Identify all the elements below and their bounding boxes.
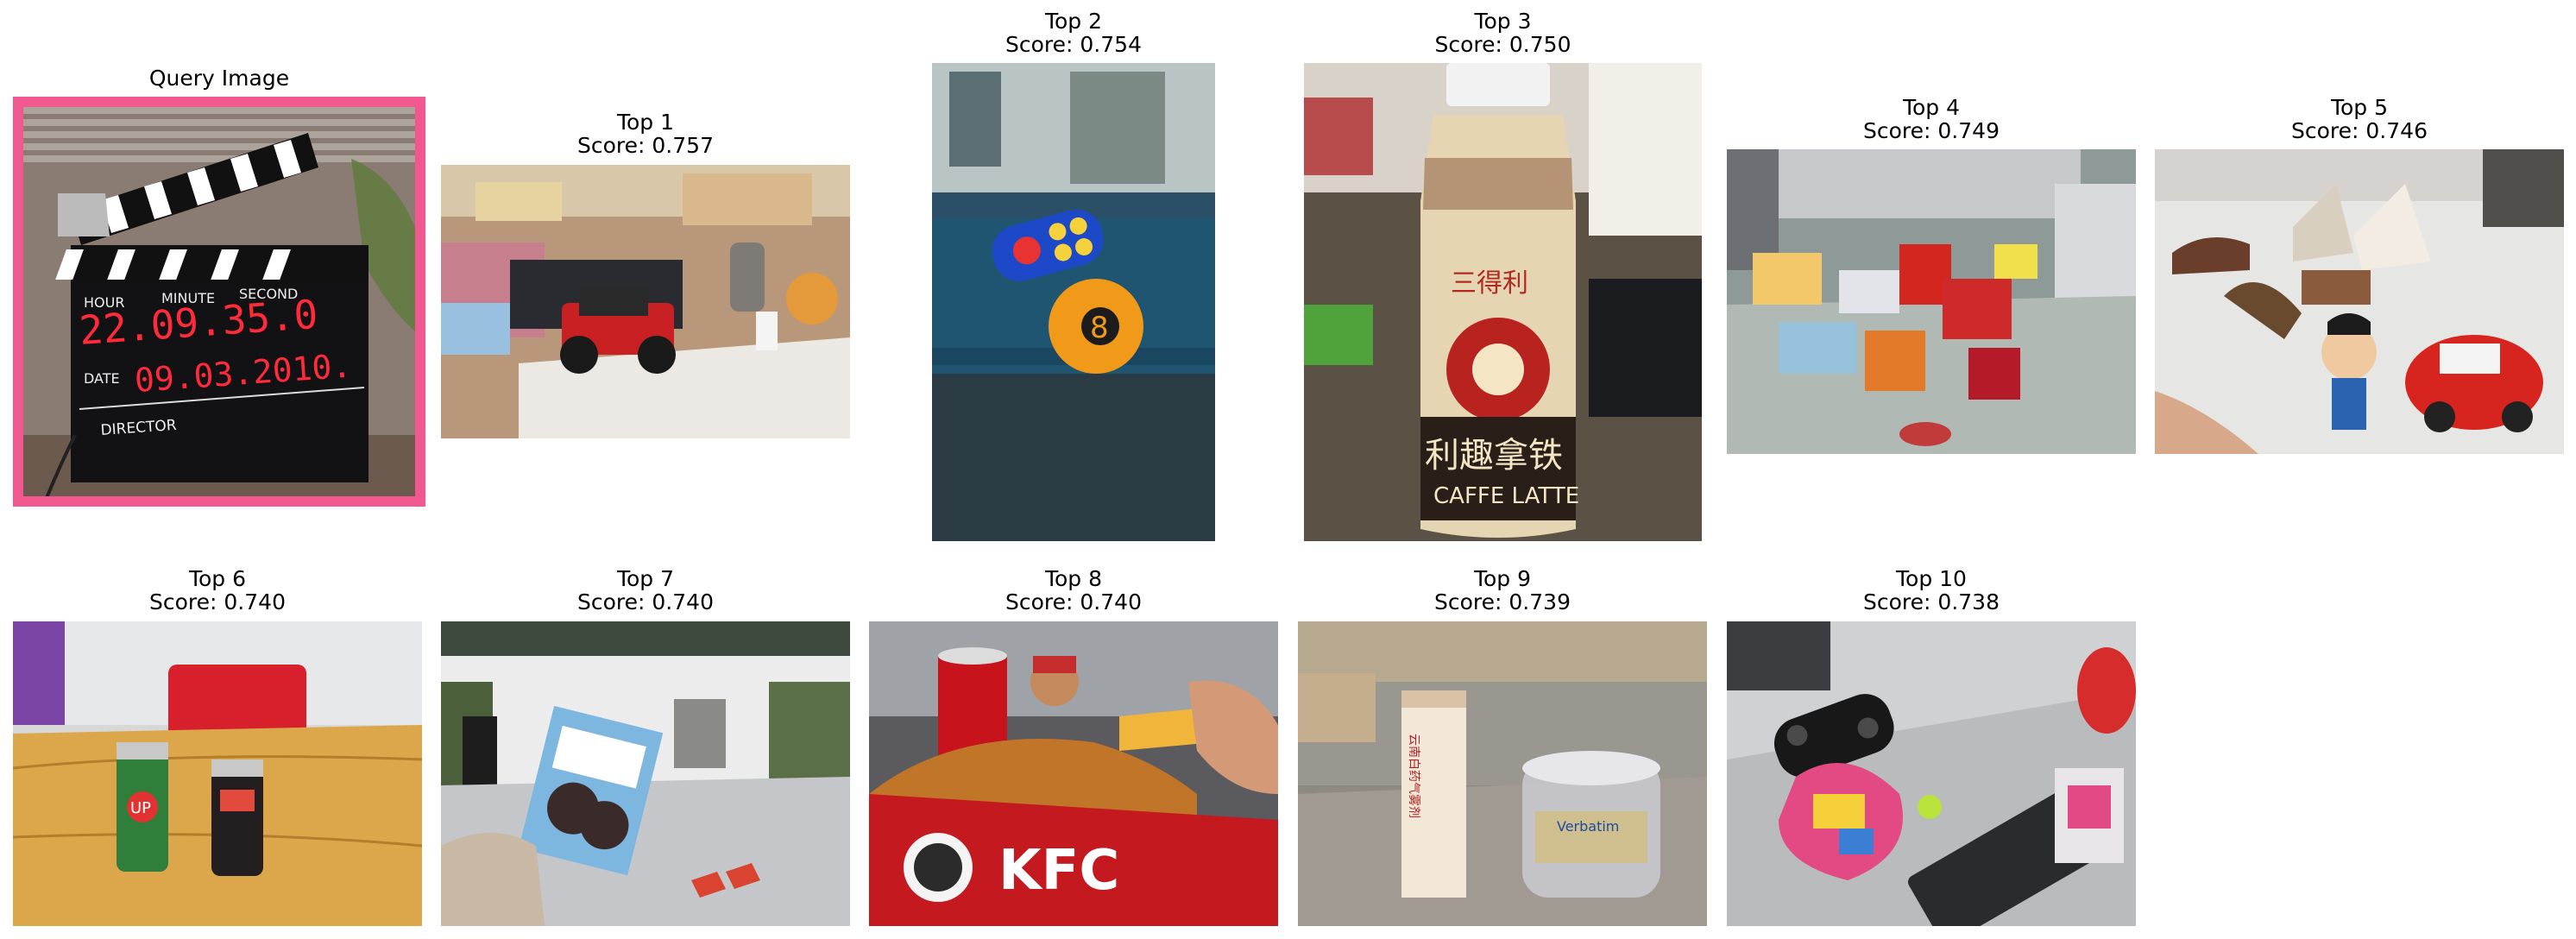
result-title-7: Top 7 Score: 0.740: [577, 566, 714, 614]
kfc-logo: KFC: [998, 839, 1119, 903]
result-image-1: [441, 165, 850, 438]
bottle-latin: CAFFE LATTE: [1433, 483, 1579, 509]
query-title: Query Image: [148, 66, 290, 91]
result-image-5: [2155, 149, 2564, 454]
result-title-2: Top 2 Score: 0.754: [1005, 9, 1142, 57]
result-title-4: Top 4 Score: 0.749: [1863, 95, 2000, 143]
result-image-3: 三得利 利趣拿铁 CAFFE LATTE: [1304, 63, 1702, 541]
result-title-5: Top 5 Score: 0.746: [2291, 95, 2428, 143]
result-image-2: 8: [932, 63, 1215, 541]
result-image-9: 云南白药气雾剂 Verbatim: [1298, 621, 1707, 926]
box-label: 云南白药气雾剂: [1407, 734, 1420, 818]
result-image-6: UP: [13, 621, 422, 926]
result-image-10: [1727, 621, 2136, 926]
result-title-6: Top 6 Score: 0.740: [149, 566, 286, 614]
result-title-8: Top 8 Score: 0.740: [1005, 566, 1142, 614]
date-label: DATE: [84, 370, 120, 387]
bottle-brand: 三得利: [1451, 268, 1528, 299]
svg-text:8: 8: [1090, 311, 1109, 345]
result-title-1: Top 1 Score: 0.757: [577, 110, 714, 158]
result-title-10: Top 10 Score: 0.738: [1863, 566, 2000, 614]
result-title-9: Top 9 Score: 0.739: [1434, 566, 1571, 614]
bottle-name: 利趣拿铁: [1425, 436, 1563, 476]
can-label: UP: [130, 799, 151, 817]
result-title-3: Top 3 Score: 0.750: [1434, 9, 1571, 57]
result-image-7: [441, 621, 850, 926]
result-image-8: KFC: [869, 621, 1278, 926]
verbatim-label: Verbatim: [1557, 818, 1619, 835]
result-image-4: [1727, 149, 2136, 454]
query-image: HOUR MINUTE SECOND 22.09.35.0 DATE 09.03…: [13, 97, 425, 507]
